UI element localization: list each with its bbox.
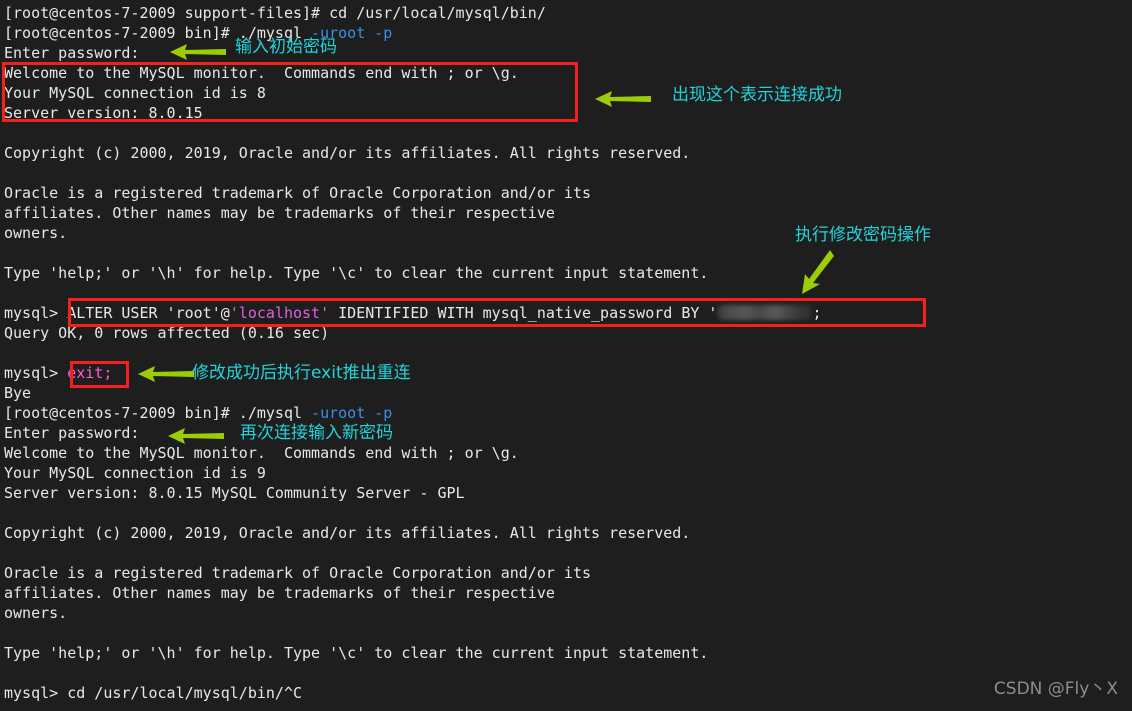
terminal-text: Copyright (c) 2000, 2019, Oracle and/or … <box>4 144 691 162</box>
terminal-line: [root@centos-7-2009 bin]# ./mysql -uroot… <box>4 23 1132 43</box>
terminal-text: owners. <box>4 224 68 242</box>
terminal-text: [root@centos-7-2009 support-files]# cd /… <box>4 4 546 22</box>
terminal-line: Copyright (c) 2000, 2019, Oracle and/or … <box>4 523 1132 543</box>
terminal-line: Welcome to the MySQL monitor. Commands e… <box>4 443 1132 463</box>
arrow-left-icon-connection-success <box>595 91 651 107</box>
terminal-text: Your MySQL connection id is 8 <box>4 84 266 102</box>
terminal-text: mysql> <box>4 304 68 322</box>
arrow-left-icon-exit-reconnect <box>138 366 194 382</box>
terminal-line: Your MySQL connection id is 9 <box>4 463 1132 483</box>
terminal-line: Your MySQL connection id is 8 <box>4 83 1132 103</box>
terminal-text: Welcome to the MySQL monitor. Commands e… <box>4 444 519 462</box>
terminal-text: ; <box>812 304 822 322</box>
terminal-text: Oracle is a registered trademark of Orac… <box>4 564 591 582</box>
terminal-text: -uroot -p <box>311 404 393 422</box>
terminal-text: [root@centos-7-2009 bin]# ./mysql <box>4 404 312 422</box>
annotation-exit-and-reconnect: 修改成功后执行exit推出重连 <box>192 363 411 383</box>
terminal-text: Enter password: <box>4 424 149 442</box>
annotation-connection-success: 出现这个表示连接成功 <box>672 85 842 105</box>
annotation-change-password-operation: 执行修改密码操作 <box>795 225 931 245</box>
terminal-line: Type 'help;' or '\h' for help. Type '\c'… <box>4 643 1132 663</box>
terminal-line: Welcome to the MySQL monitor. Commands e… <box>4 63 1132 83</box>
terminal-text: mysql> <box>4 364 68 382</box>
terminal-line: [root@centos-7-2009 support-files]# cd /… <box>4 3 1132 23</box>
terminal-text: Query OK, 0 rows affected (0.16 sec) <box>4 324 330 342</box>
terminal-line: affiliates. Other names may be trademark… <box>4 583 1132 603</box>
terminal-text: Type 'help;' or '\h' for help. Type '\c'… <box>4 644 709 662</box>
terminal-text: Oracle is a registered trademark of Orac… <box>4 184 591 202</box>
terminal-line: Query OK, 0 rows affected (0.16 sec) <box>4 323 1132 343</box>
annotation-enter-initial-password: 输入初始密码 <box>235 37 337 57</box>
terminal-text: Your MySQL connection id is 9 <box>4 464 266 482</box>
terminal-output: [root@centos-7-2009 support-files]# cd /… <box>4 3 1132 703</box>
terminal-line: Type 'help;' or '\h' for help. Type '\c'… <box>4 263 1132 283</box>
terminal-text: affiliates. Other names may be trademark… <box>4 584 555 602</box>
terminal-text: ALTER USER 'root'@ <box>67 304 230 322</box>
terminal-text: Enter password: <box>4 44 149 62</box>
terminal-text: Server version: 8.0.15 <box>4 104 203 122</box>
terminal-text: Copyright (c) 2000, 2019, Oracle and/or … <box>4 524 691 542</box>
arrow-left-icon-reconnect-new-password <box>168 428 224 444</box>
terminal-line: Server version: 8.0.15 MySQL Community S… <box>4 483 1132 503</box>
terminal-text: owners. <box>4 604 68 622</box>
terminal-line: owners. <box>4 223 1132 243</box>
terminal-line: Oracle is a registered trademark of Orac… <box>4 183 1132 203</box>
redacted-password <box>717 305 813 320</box>
terminal-line: affiliates. Other names may be trademark… <box>4 203 1132 223</box>
terminal-line: Oracle is a registered trademark of Orac… <box>4 563 1132 583</box>
terminal-line: mysql> ALTER USER 'root'@'localhost' IDE… <box>4 303 1132 323</box>
terminal-line: Bye <box>4 383 1132 403</box>
terminal-text: exit; <box>67 364 113 382</box>
arrow-left-icon-enter-initial-password <box>170 44 226 60</box>
terminal-text: mysql> cd /usr/local/mysql/bin/^C <box>4 684 303 702</box>
terminal-text: IDENTIFIED WITH mysql_native_password BY… <box>329 304 718 322</box>
terminal-text: Server version: 8.0.15 MySQL Community S… <box>4 484 465 502</box>
terminal-line: Server version: 8.0.15 <box>4 103 1132 123</box>
terminal-text: Bye <box>4 384 32 402</box>
terminal-line: Copyright (c) 2000, 2019, Oracle and/or … <box>4 143 1132 163</box>
terminal-line: mysql> cd /usr/local/mysql/bin/^C <box>4 683 1132 703</box>
terminal-line: owners. <box>4 603 1132 623</box>
terminal-line: [root@centos-7-2009 bin]# ./mysql -uroot… <box>4 403 1132 423</box>
terminal-text: affiliates. Other names may be trademark… <box>4 204 555 222</box>
terminal-window[interactable]: [root@centos-7-2009 support-files]# cd /… <box>0 0 1132 711</box>
terminal-text: 'localhost' <box>229 304 330 322</box>
annotation-reconnect-new-password: 再次连接输入新密码 <box>240 423 393 443</box>
terminal-text: Welcome to the MySQL monitor. Commands e… <box>4 64 519 82</box>
terminal-text: Type 'help;' or '\h' for help. Type '\c'… <box>4 264 709 282</box>
arrow-down-left-icon-change-password <box>802 250 834 294</box>
watermark-text: CSDN @Fly丶X <box>993 679 1118 699</box>
